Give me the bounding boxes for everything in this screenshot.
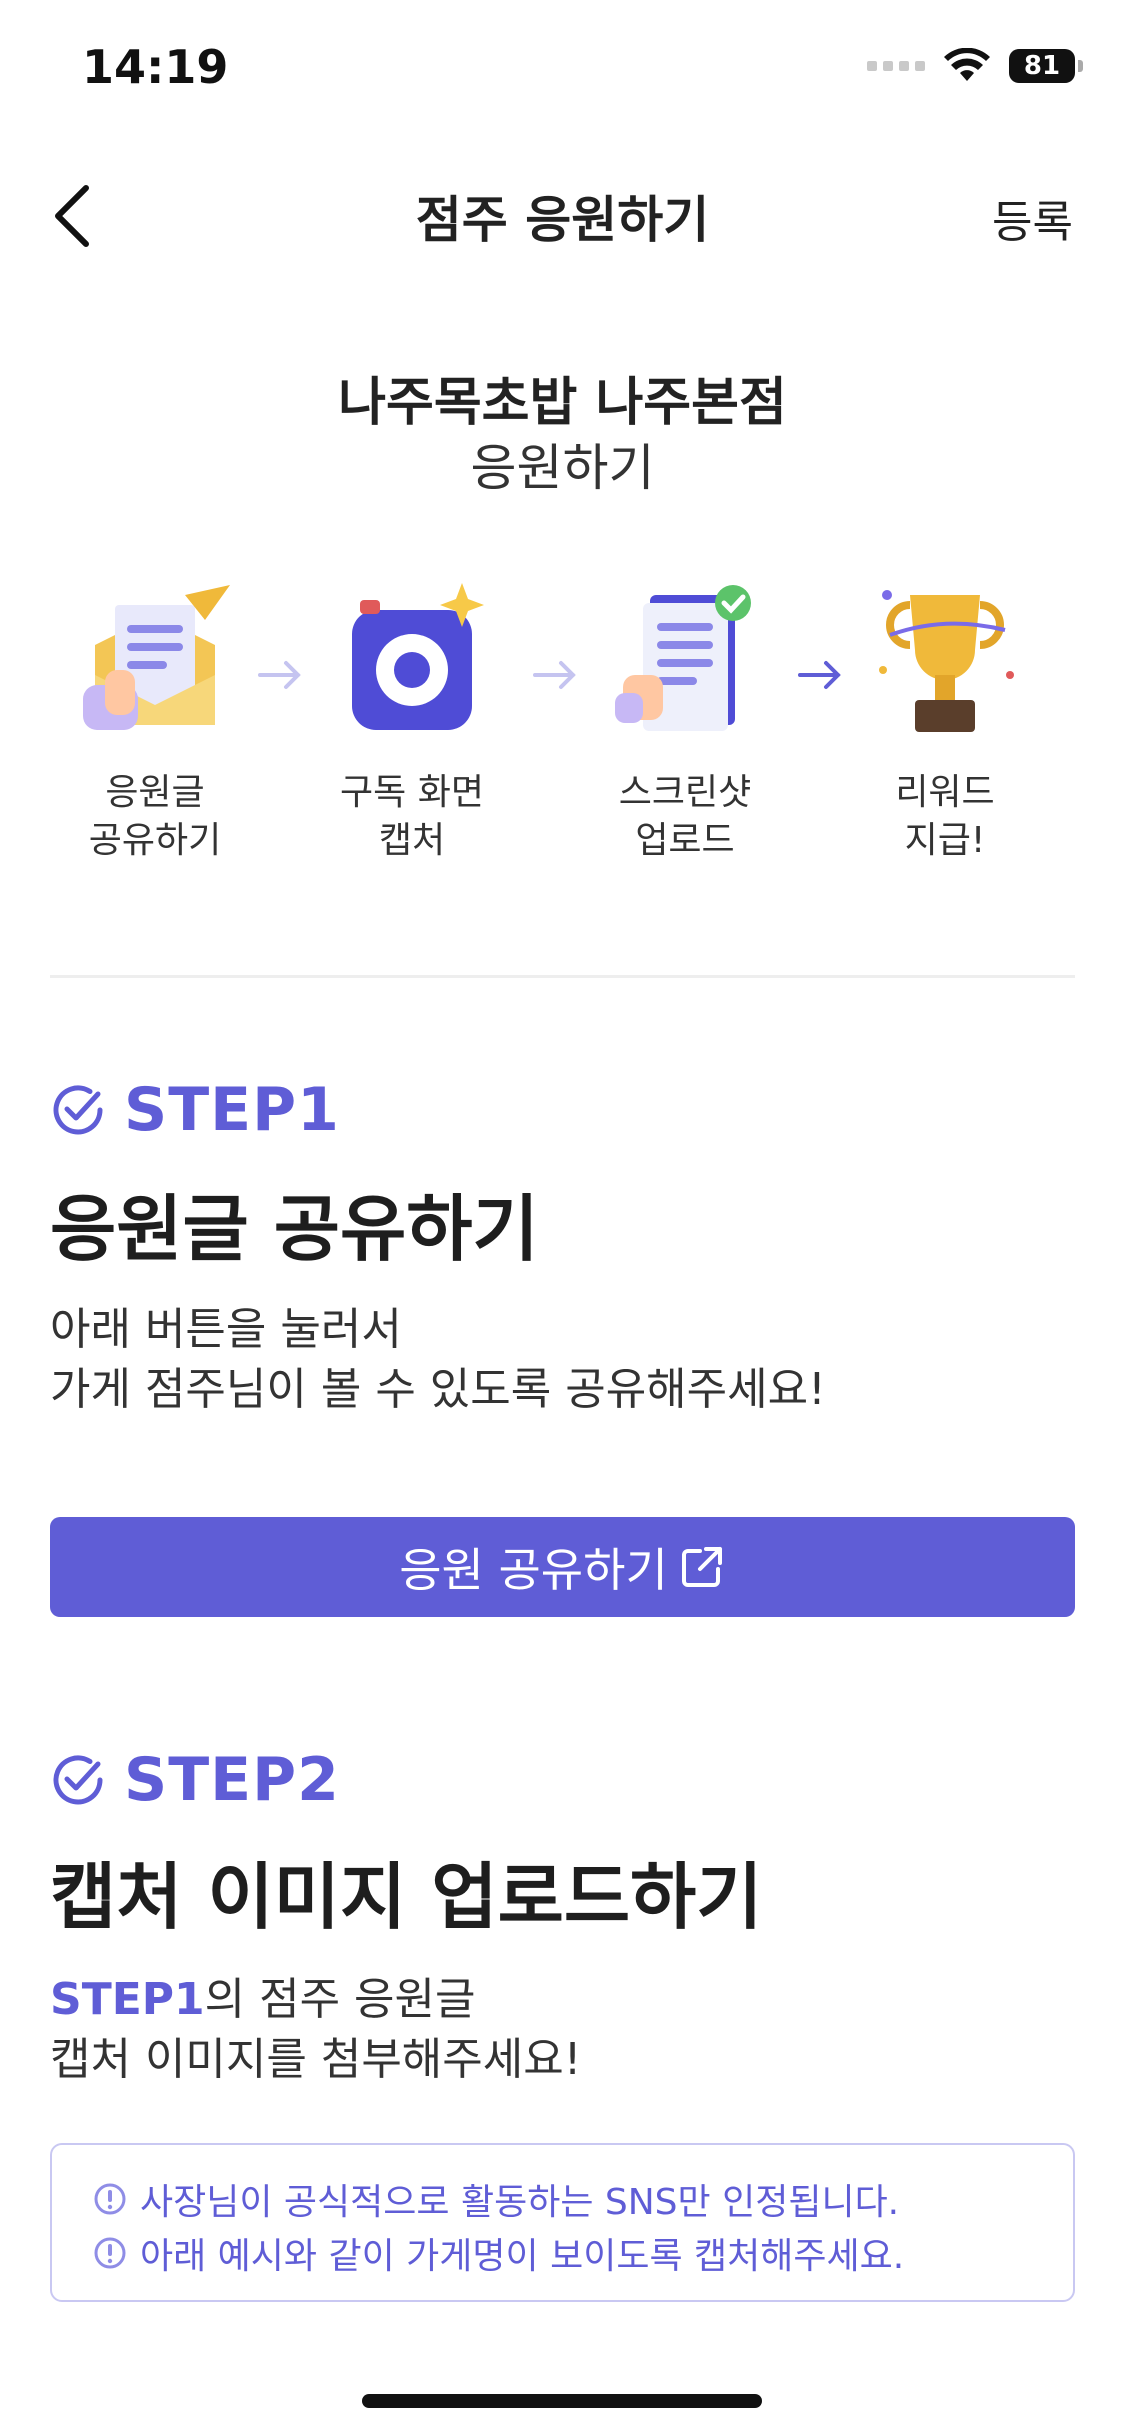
info-circle-icon bbox=[94, 2237, 126, 2269]
home-indicator[interactable] bbox=[362, 2394, 762, 2408]
page-title: 점주 응원하기 bbox=[415, 191, 710, 249]
step2-description: STEP1의 점주 응원글 캡처 이미지를 첨부해주세요! bbox=[50, 1970, 581, 2090]
step2-label: STEP2 bbox=[124, 1745, 340, 1815]
arrow-right-icon bbox=[798, 661, 841, 689]
notice-box: 사장님이 공식적으로 활동하는 SNS만 인정됩니다. 아래 예시와 같이 가게… bbox=[50, 2143, 1075, 2302]
flow-label-line1: 응원글 bbox=[105, 772, 205, 813]
cellular-signal-icon bbox=[867, 61, 925, 71]
step2-desc-line2: 캡처 이미지를 첨부해주세요! bbox=[50, 2034, 582, 2085]
step2-desc-accent: STEP1 bbox=[50, 1974, 205, 2025]
step1-desc-line2: 가게 점주님이 볼 수 있도록 공유해주세요! bbox=[50, 1364, 826, 1415]
share-support-button[interactable]: 응원 공유하기 bbox=[50, 1517, 1075, 1617]
check-circle-icon bbox=[53, 1085, 103, 1135]
share-letter-icon bbox=[83, 585, 230, 730]
arrow-right-icon bbox=[533, 661, 576, 689]
flow-step-reward: 리워드지급! bbox=[845, 575, 1045, 865]
flow-step-capture: 구독 화면캡처 bbox=[312, 575, 512, 865]
battery-icon: 81 bbox=[1009, 49, 1083, 83]
status-time: 14:19 bbox=[82, 40, 229, 94]
document-upload-icon bbox=[615, 585, 751, 731]
nav-bar: 점주 응원하기 등록 bbox=[0, 150, 1125, 280]
flow-label-line1: 리워드 bbox=[895, 772, 995, 813]
step1-label: STEP1 bbox=[124, 1075, 340, 1145]
flow-label-line1: 스크린샷 bbox=[618, 772, 752, 813]
external-link-icon bbox=[681, 1547, 722, 1587]
step1-header: STEP1 bbox=[50, 1075, 340, 1145]
wifi-icon bbox=[944, 48, 990, 81]
notice-item: 사장님이 공식적으로 활동하는 SNS만 인정됩니다. bbox=[92, 2173, 899, 2225]
store-subtitle: 응원하기 bbox=[470, 439, 655, 497]
flow-label-line2: 공유하기 bbox=[88, 820, 222, 861]
status-icons: 81 bbox=[867, 48, 1083, 84]
flow-step-share: 응원글공유하기 bbox=[55, 575, 255, 865]
flow-label-line1: 구독 화면 bbox=[340, 772, 484, 813]
step1-title: 응원글 공유하기 bbox=[50, 1187, 539, 1271]
step1-description: 아래 버튼을 눌러서 가게 점주님이 볼 수 있도록 공유해주세요! bbox=[50, 1300, 826, 1420]
info-circle-icon bbox=[94, 2183, 126, 2215]
notice-item: 아래 예시와 같이 가게명이 보이도록 캡처해주세요. bbox=[92, 2227, 904, 2279]
trophy-icon bbox=[879, 590, 1014, 732]
flow-step-upload: 스크린샷업로드 bbox=[585, 575, 785, 865]
battery-level: 81 bbox=[1023, 51, 1061, 81]
flow-label-line2: 캡처 bbox=[378, 820, 446, 861]
step1-desc-line1: 아래 버튼을 눌러서 bbox=[50, 1304, 402, 1355]
steps-flow: 응원글 공유하기 구독 화면 캡처 스크린샷 업로드 리워드 지급! bbox=[50, 575, 1075, 905]
store-name: 나주목초밥 나주본점 bbox=[338, 373, 787, 433]
notice-text: 사장님이 공식적으로 활동하는 SNS만 인정됩니다. bbox=[140, 2182, 900, 2223]
flow-label-line2: 업로드 bbox=[635, 820, 735, 861]
share-support-button-label: 응원 공유하기 bbox=[399, 1543, 668, 1597]
status-bar: 14:19 81 bbox=[0, 0, 1125, 140]
step2-desc-line1: 의 점주 응원글 bbox=[204, 1974, 476, 2025]
check-circle-icon bbox=[53, 1755, 103, 1805]
step2-header: STEP2 bbox=[50, 1745, 340, 1815]
register-button[interactable]: 등록 bbox=[992, 186, 1073, 250]
section-divider bbox=[50, 975, 1075, 978]
arrow-right-icon bbox=[258, 661, 301, 689]
notice-text: 아래 예시와 같이 가게명이 보이도록 캡처해주세요. bbox=[140, 2236, 905, 2277]
camera-icon bbox=[352, 583, 484, 730]
step2-title: 캡처 이미지 업로드하기 bbox=[50, 1855, 763, 1939]
flow-label-line2: 지급! bbox=[904, 820, 986, 861]
